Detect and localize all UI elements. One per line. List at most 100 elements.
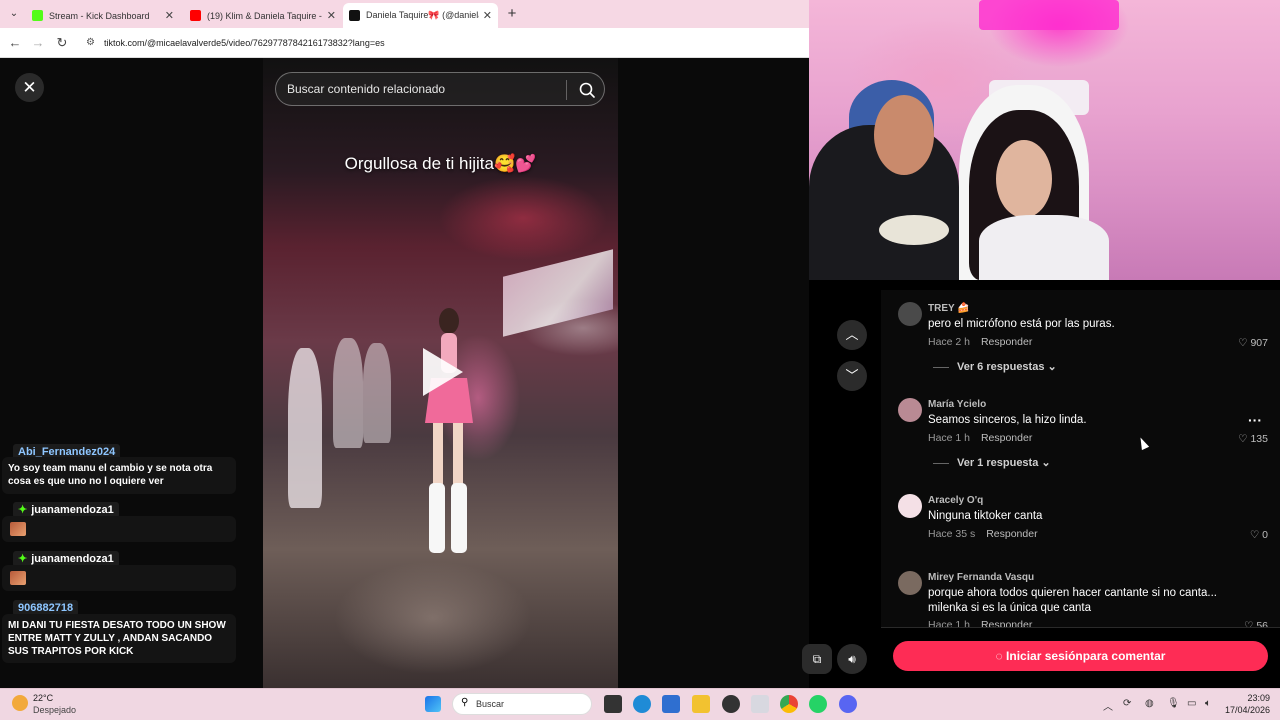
comment-username[interactable]: María Ycielo: [928, 399, 986, 410]
volume-icon[interactable]: 🔊︎: [837, 644, 867, 674]
crowd-figure: [363, 343, 391, 443]
tray-overflow-icon[interactable]: ︿: [1103, 698, 1113, 713]
plate: [879, 215, 949, 245]
network-icon[interactable]: ▭: [1187, 698, 1196, 709]
obs-icon[interactable]: [722, 695, 740, 713]
previous-video-button[interactable]: ︿: [837, 320, 867, 350]
taskbar-search-input[interactable]: Buscar: [476, 699, 504, 709]
tab-youtube[interactable]: (19) Klim & Daniela Taquire - V ✕: [184, 3, 342, 28]
reply-button[interactable]: Responder: [981, 619, 1032, 627]
tray-app-icon[interactable]: ◍: [1145, 698, 1154, 709]
back-icon[interactable]: ←: [7, 35, 23, 51]
reply-button[interactable]: Responder: [981, 336, 1032, 348]
tab-label: Daniela Taquire🎀 (@danielata: [366, 10, 479, 20]
video-player[interactable]: Orgullosa de ti hijita🥰💕: [263, 58, 618, 688]
play-icon[interactable]: [423, 348, 463, 396]
comment-time: Hace 35 s: [928, 528, 976, 540]
close-tab-icon[interactable]: ✕: [327, 9, 336, 22]
tray-app-icon[interactable]: ⟳: [1123, 698, 1131, 709]
avatar[interactable]: [898, 571, 922, 595]
windows-start-icon[interactable]: [425, 696, 441, 712]
next-video-button[interactable]: ﹀: [837, 361, 867, 391]
emote-icon: [10, 522, 26, 536]
avatar[interactable]: [898, 494, 922, 518]
reply-button[interactable]: Responder: [986, 528, 1037, 540]
like-count: 135: [1250, 433, 1268, 445]
comment-text: Seamos sinceros, la hizo linda.: [928, 414, 1087, 426]
tab-search-dropdown-icon[interactable]: ⌄: [6, 6, 22, 22]
weather-temp[interactable]: 22°C: [33, 693, 53, 703]
edge-icon[interactable]: [633, 695, 651, 713]
url-field[interactable]: tiktok.com/@micaelavalverde5/video/76297…: [80, 32, 805, 54]
neon-heart-sign: [979, 0, 1119, 30]
app-icon[interactable]: [751, 695, 769, 713]
badge-icon: ✦: [18, 553, 28, 565]
comment-username[interactable]: Aracely O'q: [928, 495, 983, 506]
badge-icon: ✦: [18, 504, 28, 516]
comment-username[interactable]: Mirey Fernanda Vasqu: [928, 572, 1034, 583]
related-search-box[interactable]: Buscar contenido relacionado: [275, 72, 605, 106]
weather-desc[interactable]: Despejado: [33, 705, 76, 715]
kick-favicon-icon: [32, 10, 43, 21]
view-replies-label: Ver 1 respuesta: [957, 457, 1039, 469]
view-replies-label: Ver 6 respuestas: [957, 361, 1045, 373]
hoodie: [979, 215, 1109, 280]
chat-message: MI DANI TU FIESTA DESATO TODO UN SHOW EN…: [2, 614, 236, 663]
speaker-icon[interactable]: 🔈︎: [1205, 698, 1211, 709]
task-view-icon[interactable]: [604, 695, 622, 713]
avatar[interactable]: [898, 398, 922, 422]
chat-message: [2, 565, 236, 591]
comment-text: porque ahora todos quieren hacer cantant…: [928, 587, 1217, 614]
search-input[interactable]: Buscar contenido relacionado: [287, 82, 445, 96]
forward-icon[interactable]: →: [30, 35, 46, 51]
close-tab-icon[interactable]: ✕: [165, 9, 174, 22]
comment-time: Hace 2 h: [928, 336, 971, 348]
microphone-icon[interactable]: 🎙︎: [1167, 698, 1180, 709]
like-count: 907: [1250, 337, 1268, 349]
miniplayer-icon[interactable]: ⧉: [802, 644, 832, 674]
like-button[interactable]: ♡ 135: [1238, 433, 1268, 445]
search-icon[interactable]: [578, 81, 596, 99]
discord-icon[interactable]: [839, 695, 857, 713]
view-replies-button[interactable]: Ver 6 respuestas ⌄: [933, 360, 1057, 373]
reload-icon[interactable]: ↻: [54, 35, 70, 51]
close-tab-icon[interactable]: ✕: [483, 9, 492, 22]
like-count: 0: [1262, 529, 1268, 541]
view-replies-button[interactable]: Ver 1 respuesta ⌄: [933, 456, 1051, 469]
login-to-comment-button[interactable]: ◌ Iniciar sesiónpara comentar: [893, 641, 1268, 671]
whatsapp-icon[interactable]: [809, 695, 827, 713]
comment-bubble-icon: ◌: [995, 649, 1003, 663]
reply-button[interactable]: Responder: [981, 432, 1032, 444]
chat-username-text: juanamendoza1: [31, 553, 114, 565]
search-divider: [566, 80, 567, 100]
like-button[interactable]: ♡ 907: [1238, 337, 1268, 349]
comment-username[interactable]: TREY 🍰: [928, 303, 970, 314]
tab-tiktok[interactable]: Daniela Taquire🎀 (@danielata ✕: [343, 3, 498, 28]
more-options-icon[interactable]: ···: [1248, 412, 1262, 428]
tab-kick-dashboard[interactable]: Stream - Kick Dashboard ✕: [26, 3, 180, 28]
heart-icon: ♡: [1249, 529, 1260, 541]
chrome-icon[interactable]: [780, 695, 798, 713]
close-video-button[interactable]: ✕: [15, 73, 44, 102]
new-tab-icon[interactable]: +: [503, 5, 521, 23]
crowd-figure: [333, 338, 363, 448]
clock-time[interactable]: 23:09: [1230, 693, 1270, 703]
comments-panel[interactable]: TREY 🍰 pero el micrófono está por las pu…: [881, 290, 1280, 627]
like-button[interactable]: ♡ 0: [1250, 529, 1268, 541]
panel-divider: [881, 627, 1280, 628]
login-to-comment-label: Iniciar sesiónpara comentar: [1006, 649, 1166, 663]
chevron-down-icon: ⌄: [1047, 361, 1057, 373]
streamer-webcam: [809, 0, 1280, 280]
like-count: 56: [1256, 620, 1268, 627]
weather-moon-icon[interactable]: [12, 695, 28, 711]
file-explorer-icon[interactable]: [692, 695, 710, 713]
comment-item: TREY 🍰 pero el micrófono está por las pu…: [881, 300, 1280, 390]
like-button[interactable]: ♡ 56: [1244, 620, 1268, 627]
taskbar-search[interactable]: ⚲ Buscar: [452, 693, 592, 715]
store-icon[interactable]: [662, 695, 680, 713]
avatar[interactable]: [898, 302, 922, 326]
clock-date[interactable]: 17/04/2026: [1222, 705, 1270, 715]
heart-icon: ♡: [1243, 620, 1254, 627]
dancer-figure: [425, 308, 473, 553]
comment-meta: Hace 2 h Responder: [928, 336, 1032, 348]
